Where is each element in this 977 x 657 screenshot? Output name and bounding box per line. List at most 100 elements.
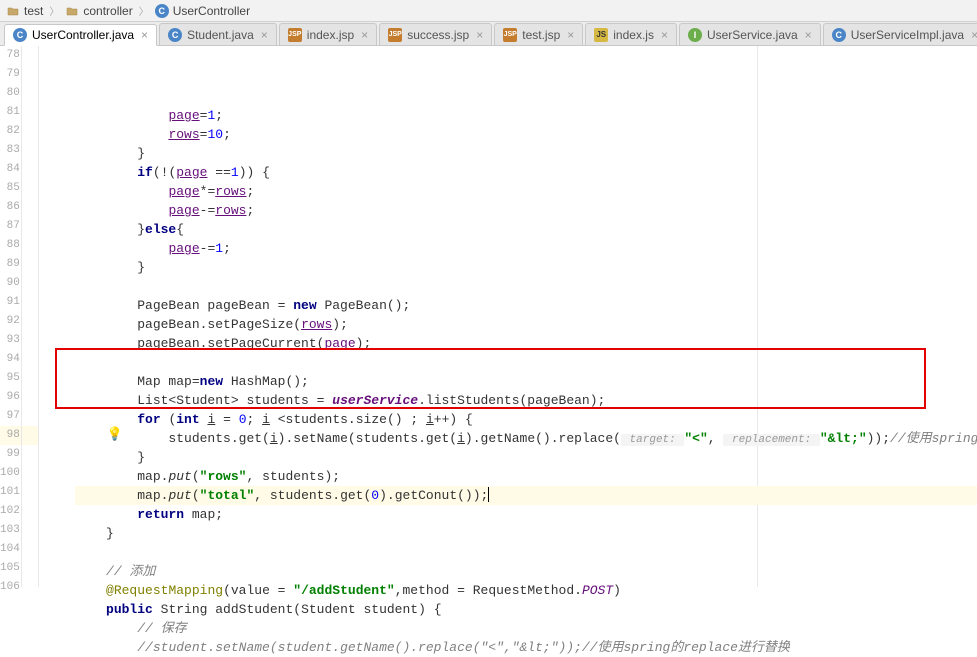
line-number: 78	[0, 46, 38, 65]
line-number: 98	[0, 426, 38, 445]
breadcrumb: test 〉 controller 〉 C UserController	[0, 0, 977, 22]
code-line[interactable]: @RequestMapping(value = "/addStudent",me…	[75, 581, 977, 600]
line-number: 88	[0, 236, 38, 255]
line-number: 85	[0, 179, 38, 198]
class-icon: C	[155, 4, 169, 18]
code-line[interactable]: page=1;	[75, 106, 977, 125]
editor-tab[interactable]: I UserService.java ×	[679, 23, 821, 45]
file-type-icon: C	[13, 28, 27, 42]
code-area[interactable]: page=1; rows=10; } if(!(page ==1)) { pag…	[39, 46, 977, 587]
breadcrumb-label: UserController	[173, 4, 250, 18]
code-line[interactable]: students.get(i).setName(students.get(i).…	[75, 429, 977, 448]
code-line[interactable]: if(!(page ==1)) {	[75, 163, 977, 182]
file-type-icon: JS	[594, 28, 608, 42]
code-line[interactable]: }	[75, 144, 977, 163]
folder-icon	[6, 4, 20, 18]
close-icon[interactable]: ×	[476, 28, 483, 42]
chevron-right-icon: 〉	[47, 3, 61, 18]
breadcrumb-item[interactable]: C UserController	[155, 4, 250, 18]
code-line[interactable]: Map map=new HashMap();	[75, 372, 977, 391]
code-line[interactable]: pageBean.setPageSize(rows);	[75, 315, 977, 334]
line-number: 106	[0, 578, 38, 597]
tab-label: index.js	[613, 28, 654, 42]
tab-label: UserService.java	[707, 28, 798, 42]
editor-tab[interactable]: C UserServiceImpl.java ×	[823, 23, 977, 45]
code-line[interactable]: List<Student> students = userService.lis…	[75, 391, 977, 410]
line-number: 99	[0, 445, 38, 464]
folder-icon	[65, 4, 79, 18]
tab-bar: C UserController.java × C Student.java × JSP in…	[0, 22, 977, 46]
code-line[interactable]	[75, 543, 977, 562]
code-line[interactable]: }else{	[75, 220, 977, 239]
lightbulb-icon[interactable]: 💡	[107, 427, 123, 442]
line-number: 90	[0, 274, 38, 293]
code-line[interactable]: }	[75, 448, 977, 467]
line-number: 87	[0, 217, 38, 236]
line-number: 91	[0, 293, 38, 312]
line-number: 81	[0, 103, 38, 122]
code-line[interactable]: // 添加	[75, 562, 977, 581]
editor-tab[interactable]: JS index.js ×	[585, 23, 677, 45]
line-number: 101	[0, 483, 38, 502]
line-number: 96	[0, 388, 38, 407]
code-line[interactable]: PageBean pageBean = new PageBean();	[75, 296, 977, 315]
close-icon[interactable]: ×	[261, 28, 268, 42]
file-type-icon: C	[832, 28, 846, 42]
line-number: 104	[0, 540, 38, 559]
tab-label: success.jsp	[407, 28, 469, 42]
line-number: 92	[0, 312, 38, 331]
close-icon[interactable]: ×	[567, 28, 574, 42]
editor-tab[interactable]: CStudent.java×	[159, 23, 277, 45]
close-icon[interactable]: ×	[971, 28, 977, 42]
line-number: 105	[0, 559, 38, 578]
line-number: 95	[0, 369, 38, 388]
line-number: 103	[0, 521, 38, 540]
breadcrumb-item[interactable]: test	[6, 4, 43, 18]
code-line[interactable]: page-=rows;	[75, 201, 977, 220]
file-type-icon: JSP	[503, 28, 517, 42]
code-line[interactable]: page-=1;	[75, 239, 977, 258]
code-line[interactable]	[75, 277, 977, 296]
editor-tab[interactable]: C UserController.java ×	[4, 24, 157, 46]
line-number: 82	[0, 122, 38, 141]
tab-label: index.jsp	[307, 28, 354, 42]
line-number: 79	[0, 65, 38, 84]
editor-tab[interactable]: JSP test.jsp ×	[494, 23, 583, 45]
code-line[interactable]: map.put("rows", students);	[75, 467, 977, 486]
code-line[interactable]: map.put("total", students.get(0).getConu…	[75, 486, 977, 505]
gutter: 7879808182838485868788899091929394959697…	[0, 46, 39, 587]
line-number: 94	[0, 350, 38, 369]
code-line[interactable]: for (int i = 0; i <students.size() ; i++…	[75, 410, 977, 429]
close-icon[interactable]: ×	[661, 28, 668, 42]
editor-tab[interactable]: JSPindex.jsp×	[279, 23, 377, 45]
tab-label: UserController.java	[32, 28, 134, 42]
line-number: 93	[0, 331, 38, 350]
code-line[interactable]: return map;	[75, 505, 977, 524]
close-icon[interactable]: ×	[805, 28, 812, 42]
line-number: 86	[0, 198, 38, 217]
breadcrumb-item[interactable]: controller	[65, 4, 132, 18]
code-line[interactable]: rows=10;	[75, 125, 977, 144]
code-line[interactable]	[75, 353, 977, 372]
code-editor[interactable]: 7879808182838485868788899091929394959697…	[0, 46, 977, 587]
code-line[interactable]: public String addStudent(Student student…	[75, 600, 977, 619]
code-line[interactable]: }	[75, 524, 977, 543]
line-number: 84	[0, 160, 38, 179]
code-line[interactable]: //student.setName(student.getName().repl…	[75, 638, 977, 657]
line-number: 89	[0, 255, 38, 274]
chevron-right-icon: 〉	[137, 3, 151, 18]
code-line[interactable]: }	[75, 258, 977, 277]
file-type-icon: I	[688, 28, 702, 42]
tab-label: test.jsp	[522, 28, 560, 42]
file-type-icon: JSP	[388, 28, 402, 42]
tab-label: UserServiceImpl.java	[851, 28, 964, 42]
code-line[interactable]: pageBean.setPageCurrent(page);	[75, 334, 977, 353]
close-icon[interactable]: ×	[141, 28, 148, 42]
code-line[interactable]: page*=rows;	[75, 182, 977, 201]
close-icon[interactable]: ×	[361, 28, 368, 42]
tab-label: Student.java	[187, 28, 254, 42]
breadcrumb-label: test	[24, 4, 43, 18]
code-line[interactable]: // 保存	[75, 619, 977, 638]
editor-tab[interactable]: JSP success.jsp ×	[379, 23, 492, 45]
line-number: 83	[0, 141, 38, 160]
